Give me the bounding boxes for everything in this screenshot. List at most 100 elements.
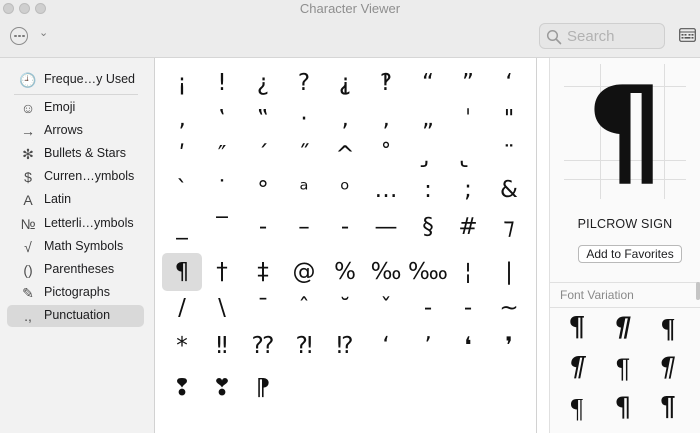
character-cell[interactable]: ⁋	[243, 369, 283, 407]
font-variation-cell[interactable]: ¶	[646, 388, 690, 428]
character-cell[interactable]: ?	[284, 64, 324, 102]
character-cell[interactable]: …	[366, 171, 406, 209]
character-cell[interactable]: ˘	[325, 289, 365, 327]
sidebar-item-latin[interactable]: A Latin	[7, 189, 144, 211]
more-options-button[interactable]	[10, 27, 28, 45]
search-input[interactable]	[567, 27, 661, 46]
sidebar-item-curren-ymbols[interactable]: $ Curren…ymbols	[7, 166, 144, 188]
font-variation-cell[interactable]: ¶	[646, 348, 690, 388]
character-cell[interactable]: ᵒ	[325, 171, 365, 209]
character-cell[interactable]: ˇ	[366, 289, 406, 327]
scrollbar[interactable]	[696, 282, 700, 300]
character-cell[interactable]: _	[162, 208, 202, 246]
character-cell[interactable]: %	[325, 253, 365, 291]
character-cell[interactable]: ˉ	[243, 289, 283, 327]
character-cell[interactable]: ^	[325, 136, 365, 174]
character-cell[interactable]: “	[408, 64, 448, 102]
sidebar-item-emoji[interactable]: ☺ Emoji	[7, 97, 144, 119]
character-cell[interactable]: —	[366, 208, 406, 246]
character-cell[interactable]: ˚	[366, 136, 406, 174]
character-cell[interactable]: ‰	[366, 253, 406, 291]
character-cell[interactable]: /	[162, 289, 202, 327]
character-cell[interactable]: ¡	[162, 64, 202, 102]
character-cell[interactable]: ‚	[162, 100, 202, 138]
character-cell[interactable]: ‼	[202, 327, 242, 365]
character-cell[interactable]: ʻ	[366, 327, 406, 365]
character-cell[interactable]: ¨	[489, 136, 529, 174]
sidebar-item-letterli-ymbols[interactable]: № Letterli…ymbols	[7, 213, 144, 235]
character-cell[interactable]: ‐	[448, 289, 488, 327]
character-cell[interactable]: ¶	[162, 253, 202, 291]
character-cell[interactable]: ‽	[366, 64, 406, 102]
character-cell[interactable]: ‡	[243, 253, 283, 291]
character-cell[interactable]: ̡	[408, 136, 448, 174]
character-cell[interactable]: ”	[448, 64, 488, 102]
search-field[interactable]	[539, 23, 665, 49]
font-variation-cell[interactable]: ¶	[555, 308, 599, 348]
character-cell[interactable]: ″	[202, 136, 242, 174]
character-cell[interactable]: &	[489, 171, 529, 209]
character-cell[interactable]: ˈ	[448, 100, 488, 138]
character-cell[interactable]: ‟	[243, 100, 283, 138]
font-variation-cell[interactable]: ¶	[646, 308, 690, 348]
character-cell[interactable]: !	[202, 64, 242, 102]
font-variation-cell[interactable]: ¶	[555, 388, 599, 428]
character-cell[interactable]: °	[243, 171, 283, 209]
character-cell[interactable]: ̢	[448, 136, 488, 174]
add-to-favorites-button[interactable]: Add to Favorites	[578, 245, 682, 263]
character-cell[interactable]: ⁇	[243, 327, 283, 365]
character-cell[interactable]: #	[448, 208, 488, 246]
character-cell[interactable]: ʹ	[162, 136, 202, 174]
character-cell[interactable]: -	[243, 208, 283, 246]
character-cell[interactable]: §	[408, 208, 448, 246]
sidebar-item-bullets-stars[interactable]: ✻ Bullets & Stars	[7, 143, 144, 165]
font-variation-cell[interactable]: ¶	[601, 388, 645, 428]
character-cell[interactable]: ˊ	[243, 136, 283, 174]
character-cell[interactable]: ˋ	[162, 171, 202, 209]
character-cell[interactable]: ⁊	[489, 208, 529, 246]
character-cell[interactable]: :	[408, 171, 448, 209]
character-cell[interactable]: ᵃ	[284, 171, 324, 209]
font-variation-cell[interactable]: ¶	[601, 308, 645, 348]
character-cell[interactable]: ⁉	[325, 327, 365, 365]
chevron-down-icon[interactable]: ⌄	[39, 26, 48, 39]
character-cell[interactable]: ❛	[448, 327, 488, 365]
font-variation-cell[interactable]: ¶	[555, 348, 599, 388]
character-cell[interactable]: ‛	[202, 100, 242, 138]
character-cell[interactable]: ❣	[202, 369, 242, 407]
character-cell[interactable]: ❢	[162, 369, 202, 407]
character-cell[interactable]: *	[162, 327, 202, 365]
character-cell[interactable]: ‱	[408, 253, 448, 291]
character-cell[interactable]: ~	[489, 289, 529, 327]
character-cell[interactable]: ‚	[325, 100, 365, 138]
character-cell[interactable]: ❜	[489, 327, 529, 365]
sidebar-item-arrows[interactable]: → Arrows	[7, 120, 144, 142]
character-cell[interactable]: †	[202, 253, 242, 291]
character-cell[interactable]: ·	[284, 100, 324, 138]
character-cell[interactable]: ‐	[325, 208, 365, 246]
character-cell[interactable]: ʼ	[408, 327, 448, 365]
font-variation-header[interactable]: Font Variation	[550, 282, 700, 308]
character-cell[interactable]: ;	[448, 171, 488, 209]
character-cell[interactable]: \	[202, 289, 242, 327]
character-cell[interactable]: „	[408, 100, 448, 138]
sidebar-item-pictographs[interactable]: ✎ Pictographs	[7, 282, 144, 304]
character-cell[interactable]: ‘	[489, 64, 529, 102]
character-cell[interactable]: |	[489, 253, 529, 291]
character-cell[interactable]: "	[489, 100, 529, 138]
sidebar-item-freque-y-used[interactable]: 🕘 Freque…y Used	[7, 69, 144, 91]
sidebar-item-parentheses[interactable]: () Parentheses	[7, 259, 144, 281]
sidebar-item-math-symbols[interactable]: √ Math Symbols	[7, 236, 144, 258]
keyboard-viewer-icon[interactable]	[679, 28, 696, 42]
character-cell[interactable]: ⸘	[325, 64, 365, 102]
character-cell[interactable]: ¦	[448, 253, 488, 291]
character-cell[interactable]: -	[408, 289, 448, 327]
sidebar-item-punctuation[interactable]: ., Punctuation	[7, 305, 144, 327]
character-cell[interactable]: ‚	[366, 100, 406, 138]
character-cell[interactable]: ˝	[284, 136, 324, 174]
font-variation-cell[interactable]: ¶	[601, 348, 645, 388]
character-cell[interactable]: ˆ	[284, 289, 324, 327]
character-cell[interactable]: ‾	[202, 208, 242, 246]
character-cell[interactable]: ⁈	[284, 327, 324, 365]
character-cell[interactable]: ¿	[243, 64, 283, 102]
